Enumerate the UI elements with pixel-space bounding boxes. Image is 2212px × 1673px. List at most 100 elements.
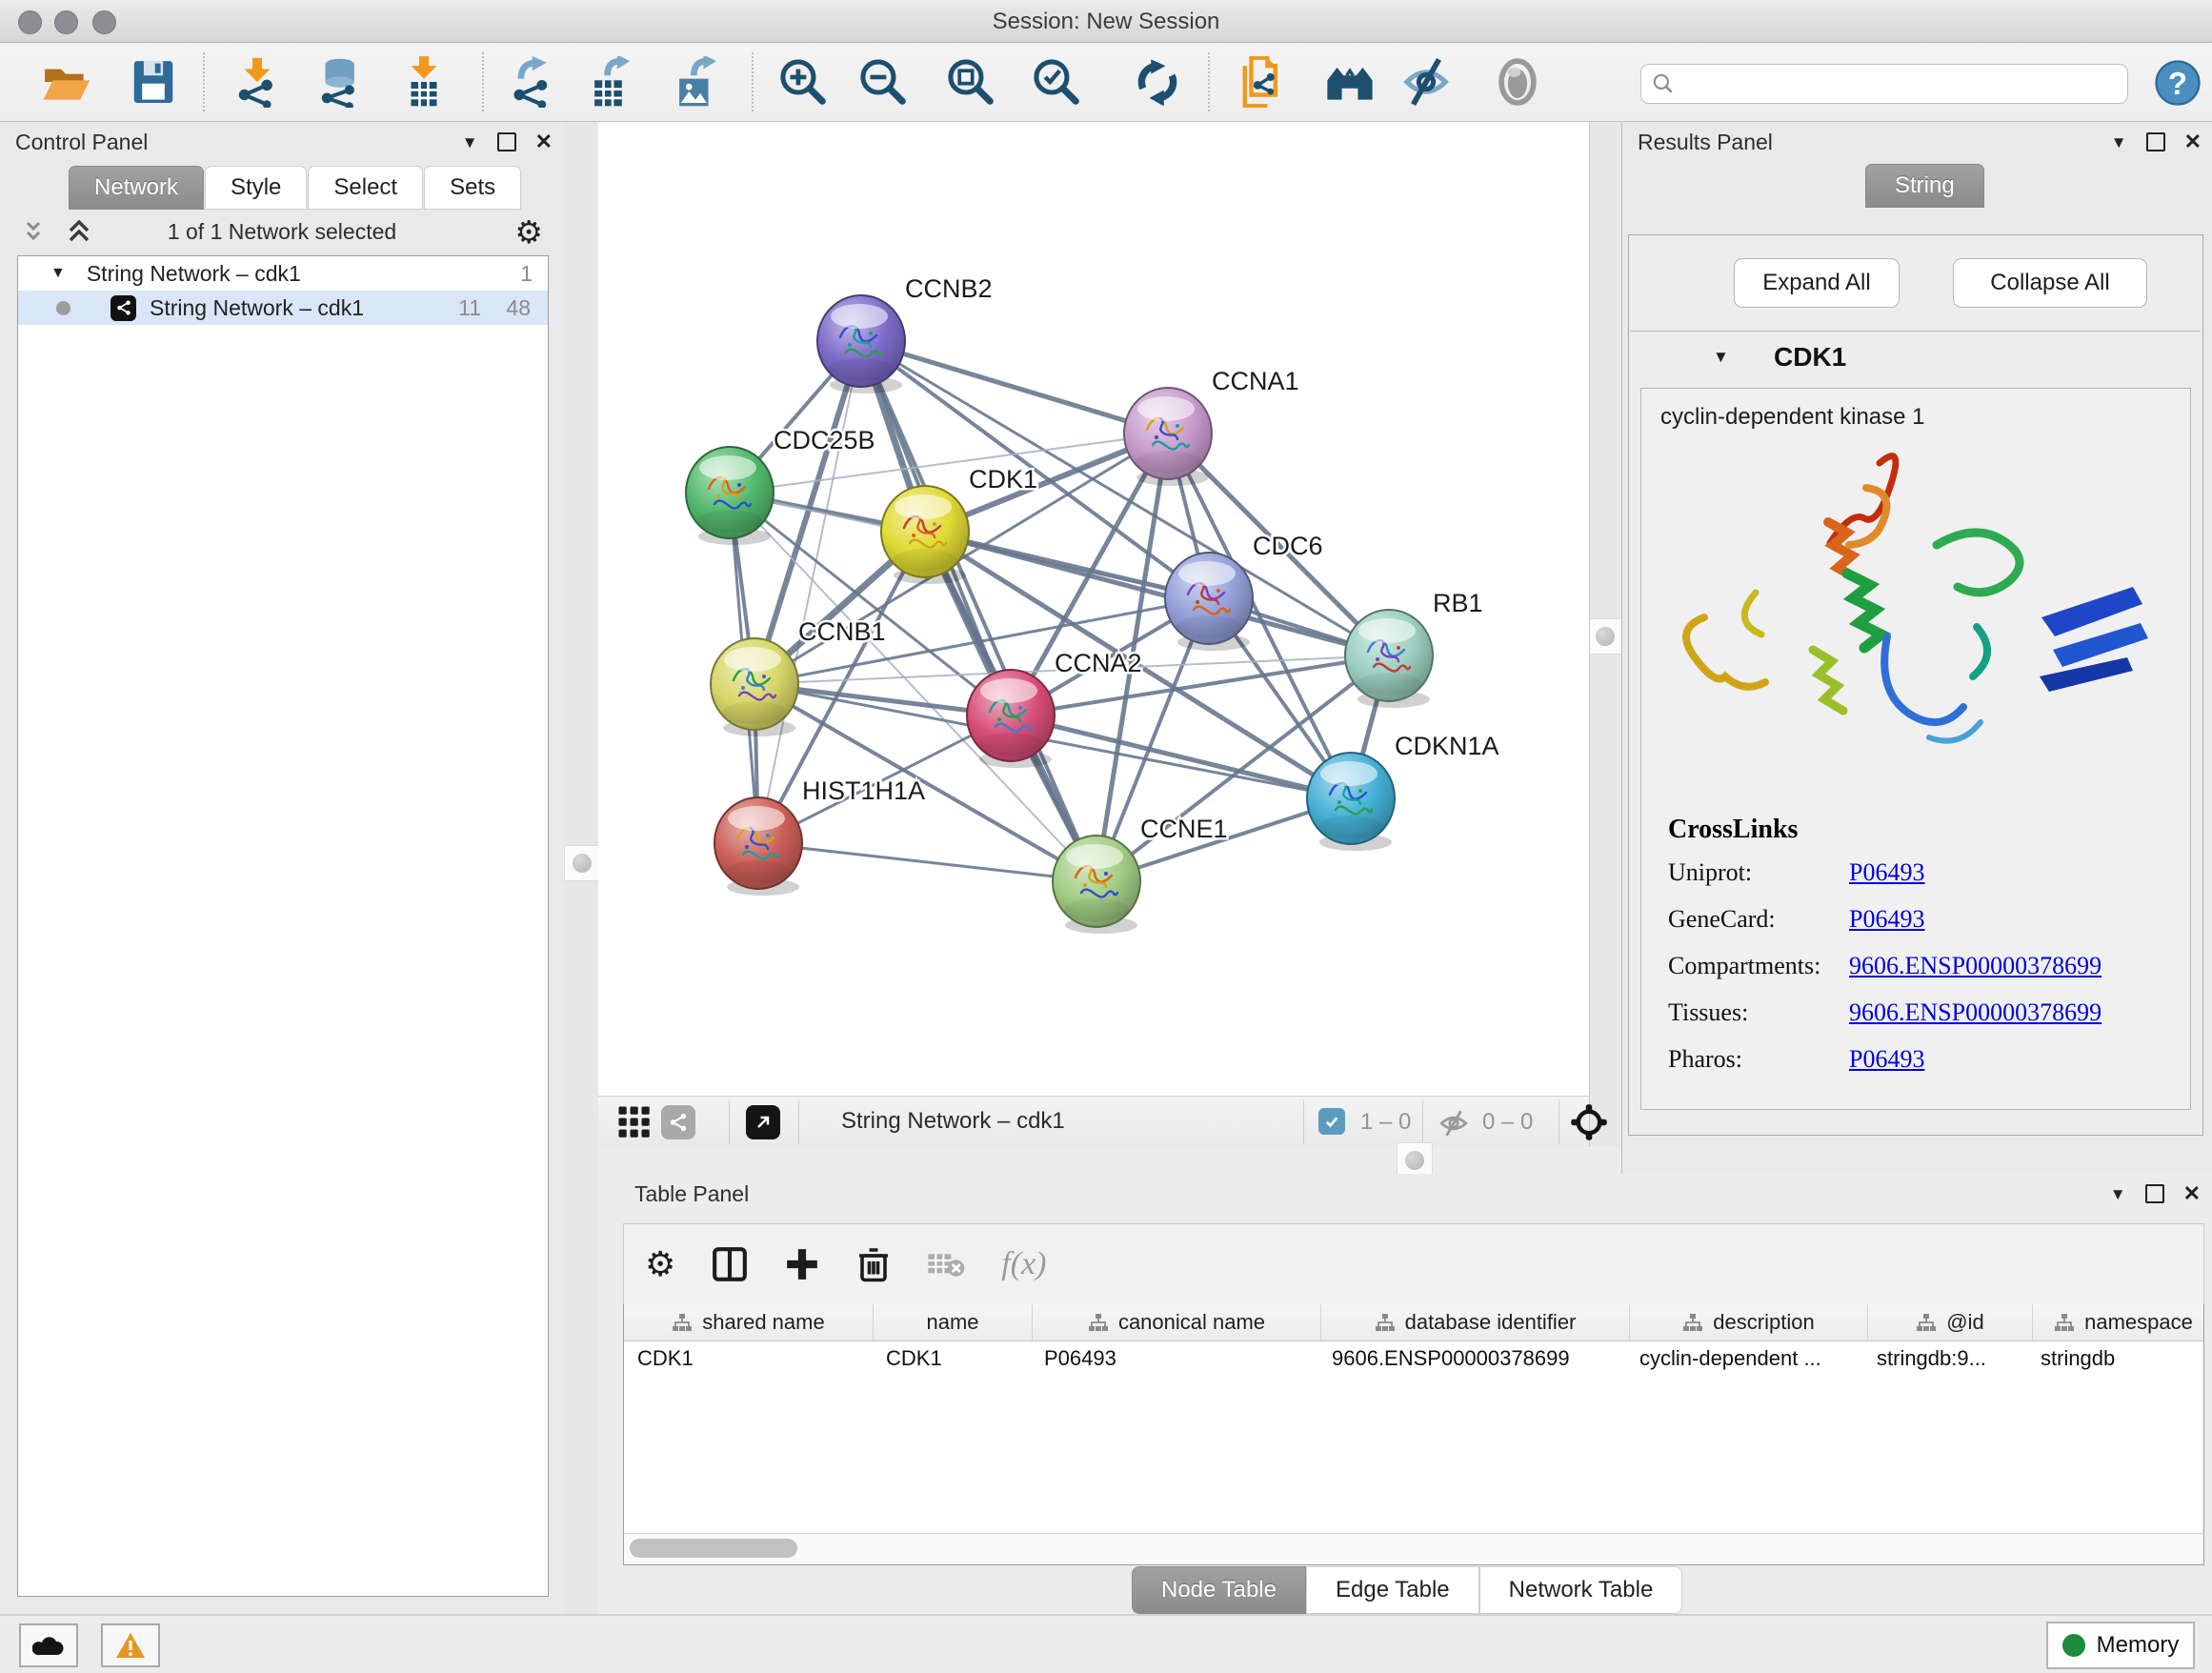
zoom-fit-icon[interactable] <box>945 56 996 108</box>
column-header-database-identifier[interactable]: database identifier <box>1321 1304 1630 1340</box>
panel-float-icon[interactable] <box>2145 1184 2164 1203</box>
right-splitter[interactable] <box>1589 122 1621 1147</box>
column-network-icon <box>1375 1313 1396 1332</box>
export-network-icon[interactable] <box>505 56 556 108</box>
network-node-CCNA1[interactable]: CCNA1 <box>1124 367 1299 486</box>
column-header-namespace[interactable]: namespace <box>2033 1304 2204 1340</box>
panel-menu-icon[interactable]: ▼ <box>2111 134 2127 151</box>
crosslinks-title: CrossLinks <box>1668 815 2190 845</box>
crosslink-link[interactable]: P06493 <box>1849 905 1924 934</box>
warnings-button[interactable] <box>101 1623 160 1667</box>
panel-float-icon[interactable] <box>497 132 516 151</box>
panel-menu-icon[interactable]: ▼ <box>2110 1186 2126 1202</box>
detach-view-icon[interactable] <box>746 1105 780 1139</box>
network-node-HIST1H1A[interactable]: HIST1H1A <box>714 776 925 896</box>
open-session-icon[interactable] <box>40 56 91 108</box>
panel-close-icon[interactable]: ✕ <box>535 131 553 152</box>
add-column-icon[interactable] <box>784 1246 820 1282</box>
crosslink-link[interactable]: P06493 <box>1849 858 1924 887</box>
show-columns-icon[interactable] <box>712 1245 748 1283</box>
delete-column-icon[interactable] <box>856 1245 891 1283</box>
zoom-out-icon[interactable] <box>857 56 909 108</box>
network-node-RB1[interactable]: RB1 <box>1345 589 1483 708</box>
collapse-all-button[interactable]: Collapse All <box>1953 258 2147 308</box>
network-edge[interactable] <box>758 843 1096 881</box>
update-network-icon[interactable] <box>1132 56 1183 108</box>
table-cell[interactable]: CDK1 <box>624 1341 873 1376</box>
tab-network-table[interactable]: Network Table <box>1479 1566 1683 1614</box>
memory-button[interactable]: Memory <box>2046 1622 2195 1669</box>
import-network-icon[interactable] <box>231 56 283 108</box>
left-splitter[interactable] <box>564 122 598 1614</box>
column-header-description[interactable]: description <box>1630 1304 1868 1340</box>
export-image-icon[interactable] <box>670 56 721 108</box>
crosslink-link[interactable]: P06493 <box>1849 1045 1924 1074</box>
node-table[interactable]: shared namenamecanonical namedatabase id… <box>623 1304 2204 1534</box>
cloud-button[interactable] <box>19 1623 78 1667</box>
network-edge[interactable] <box>861 341 1168 433</box>
table-cell[interactable]: P06493 <box>1031 1341 1318 1376</box>
column-header-canonical-name[interactable]: canonical name <box>1033 1304 1321 1340</box>
tab-select[interactable]: Select <box>308 166 423 210</box>
network-icon <box>111 295 136 321</box>
new-network-from-selection-icon[interactable] <box>1238 56 1290 108</box>
column-header--id[interactable]: @id <box>1868 1304 2033 1340</box>
expand-all-button[interactable]: Expand All <box>1734 258 1900 308</box>
tab-edge-table[interactable]: Edge Table <box>1306 1566 1479 1614</box>
network-node-CCNE1[interactable]: CCNE1 <box>1053 815 1228 934</box>
tab-string[interactable]: String <box>1865 164 1984 208</box>
selected-nodes-checkbox[interactable] <box>1318 1108 1345 1135</box>
column-network-icon <box>1916 1313 1937 1332</box>
import-network-from-database-icon[interactable] <box>312 56 364 108</box>
table-row[interactable]: CDK1CDK1P064939606.ENSP00000378699cyclin… <box>624 1341 2203 1376</box>
birdseye-navigation-icon[interactable] <box>1570 1103 1608 1141</box>
left-splitter-grip[interactable] <box>564 845 600 881</box>
first-neighbors-icon[interactable] <box>1324 56 1376 108</box>
panel-float-icon[interactable] <box>2146 132 2165 151</box>
crosslink-label: Compartments: <box>1668 952 1849 980</box>
table-cell[interactable]: CDK1 <box>873 1341 1031 1376</box>
tab-node-table[interactable]: Node Table <box>1132 1566 1306 1614</box>
network-node-count: 11 <box>458 295 481 321</box>
zoom-in-icon[interactable] <box>777 56 829 108</box>
panel-close-icon[interactable]: ✕ <box>2184 131 2202 152</box>
table-cell[interactable]: stringdb <box>2027 1341 2204 1376</box>
tab-network[interactable]: Network <box>69 166 204 210</box>
panel-close-icon[interactable]: ✕ <box>2183 1183 2201 1204</box>
tab-sets[interactable]: Sets <box>424 166 521 210</box>
import-table-icon[interactable] <box>398 56 450 108</box>
panel-menu-icon[interactable]: ▼ <box>462 134 478 151</box>
crosslink-link[interactable]: 9606.ENSP00000378699 <box>1849 998 2101 1027</box>
grid-view-icon[interactable] <box>617 1105 652 1139</box>
crosslink-link[interactable]: 9606.ENSP00000378699 <box>1849 952 2101 980</box>
export-table-icon[interactable] <box>585 56 636 108</box>
tree-expand-icon[interactable]: ▼ <box>50 265 66 282</box>
table-options-gear-icon[interactable]: ⚙ <box>645 1244 675 1284</box>
column-header-shared-name[interactable]: shared name <box>624 1304 874 1340</box>
network-options-gear-icon[interactable]: ⚙ <box>514 213 543 251</box>
column-header-name[interactable]: name <box>874 1304 1033 1340</box>
save-session-icon[interactable] <box>128 56 179 108</box>
entry-collapse-icon[interactable]: ▼ <box>1713 348 1729 367</box>
table-cell[interactable]: 9606.ENSP00000378699 <box>1318 1341 1626 1376</box>
show-all-icon[interactable] <box>1492 56 1543 108</box>
toolbar-separator <box>752 52 754 111</box>
network-collection-row[interactable]: ▼ String Network – cdk1 1 <box>18 256 548 291</box>
network-canvas[interactable]: CCNB2CCNA1CDC25BCDK1CDC6RB1CCNB1CCNA2CDK… <box>598 122 1590 1096</box>
network-share-view-icon[interactable] <box>661 1105 695 1139</box>
hide-selected-icon[interactable] <box>1400 56 1452 108</box>
network-edge[interactable] <box>758 341 861 843</box>
table-cell[interactable]: stringdb:9... <box>1863 1341 2027 1376</box>
zoom-selected-icon[interactable] <box>1031 56 1082 108</box>
table-cell[interactable]: cyclin-dependent ... <box>1626 1341 1863 1376</box>
table-hscrollbar-thumb[interactable] <box>630 1539 797 1558</box>
tab-style[interactable]: Style <box>205 166 307 210</box>
network-node-CDKN1A[interactable]: CDKN1A <box>1307 732 1499 851</box>
right-splitter-grip[interactable] <box>1587 618 1623 655</box>
search-input[interactable] <box>1640 64 2128 104</box>
column-network-icon <box>2054 1313 2075 1332</box>
help-icon[interactable]: ? <box>2155 60 2201 106</box>
network-node-CCNB1[interactable]: CCNB1 <box>711 617 886 736</box>
table-hscrollbar[interactable] <box>623 1533 2204 1565</box>
network-row[interactable]: String Network – cdk1 11 48 <box>18 291 548 325</box>
